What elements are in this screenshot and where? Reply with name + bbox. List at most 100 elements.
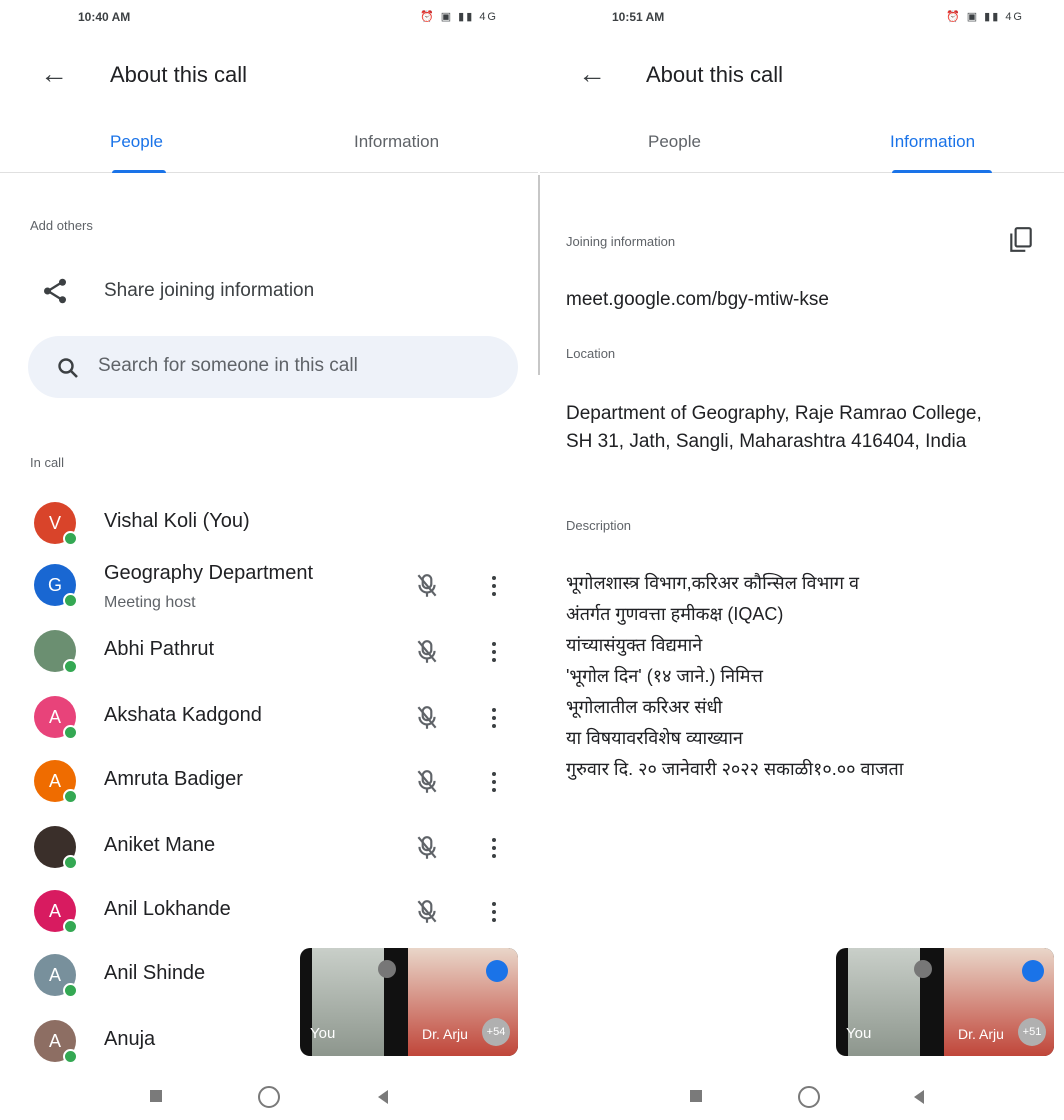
more-options-icon[interactable] [480,572,508,604]
people-screen: 10:40 AM ⏰ ▣ ▮▮ 4G ← About this call Peo… [0,0,538,1120]
information-screen: 10:51 AM ⏰ ▣ ▮▮ 4G ← About this call Peo… [540,0,1064,1120]
back-arrow-icon[interactable]: ← [40,60,68,88]
status-icons: ⏰ ▣ ▮▮ 4G [945,11,1024,23]
tab-bar: People Information [0,120,538,173]
mic-off-icon [414,704,440,737]
app-bar: ← About this call [0,52,538,100]
system-nav-bar [540,1080,1064,1116]
home-icon[interactable] [798,1086,820,1108]
back-nav-icon[interactable] [378,1090,388,1104]
share-icon [44,278,66,304]
home-icon[interactable] [258,1086,280,1108]
participant-row[interactable]: G Geography Department Meeting host [0,562,538,622]
online-status-dot [63,531,78,546]
muted-icon [378,960,396,978]
participant-row[interactable]: V Vishal Koli (You) [0,500,538,560]
mic-off-icon [414,768,440,801]
add-others-label: Add others [30,218,93,233]
recents-icon[interactable] [150,1090,162,1102]
share-joining-info-button[interactable]: Share joining information [38,270,518,314]
pip-you-label: You [310,1025,336,1042]
online-status-dot [63,855,78,870]
avatar: A [34,696,78,740]
participant-row[interactable]: Aniket Mane [0,824,538,884]
participant-row[interactable]: A Amruta Badiger [0,758,538,818]
speaking-icon [1022,960,1044,982]
online-status-dot [63,919,78,934]
status-bar: 10:40 AM ⏰ ▣ ▮▮ 4G [0,8,538,28]
pip-speaker-label: Dr. Arju [958,1026,1004,1042]
avatar: V [34,502,78,546]
speaking-icon [486,960,508,982]
copy-icon[interactable] [1008,226,1034,254]
page-title: About this call [110,62,247,87]
more-options-icon[interactable] [480,898,508,930]
participant-count-badge: +51 [1018,1018,1046,1046]
tab-people[interactable]: People [648,132,701,152]
location-text: Department of Geography, Raje Ramrao Col… [566,403,982,452]
participant-name: Anil Lokhande [104,898,231,920]
avatar: A [34,954,78,998]
mic-off-icon [414,572,440,605]
back-nav-icon[interactable] [914,1090,924,1104]
app-bar: ← About this call [540,52,1064,100]
participant-name: Akshata Kadgond [104,704,262,726]
participant-name: Anil Shinde [104,962,206,984]
avatar-initial: A [48,965,61,985]
tab-bar: People Information [540,120,1064,173]
more-options-icon[interactable] [480,768,508,800]
avatar-initial: A [48,771,61,791]
avatar-initial: A [48,707,61,727]
description-label: Description [566,518,632,533]
participant-role: Meeting host [104,594,196,611]
tab-information[interactable]: Information [354,132,439,152]
online-status-dot [63,983,78,998]
status-bar: 10:51 AM ⏰ ▣ ▮▮ 4G [540,8,1064,28]
meeting-link[interactable]: meet.google.com/bgy-mtiw-kse [566,286,1006,314]
back-arrow-icon[interactable]: ← [578,60,606,88]
search-icon [58,358,78,378]
participant-row[interactable]: A Anil Lokhande [0,888,538,948]
avatar: A [34,1020,78,1064]
mic-off-icon [414,638,440,671]
participant-name: Geography Department [104,562,314,584]
participant-count-badge: +54 [482,1018,510,1046]
system-nav-bar [0,1080,538,1116]
participant-name: Amruta Badiger [104,768,243,790]
online-status-dot [63,725,78,740]
participant-name: Aniket Mane [104,834,216,856]
avatar [34,630,78,674]
avatar: G [34,564,78,608]
avatar-initial: A [48,901,61,921]
mic-off-icon [414,898,440,931]
search-input[interactable]: Search for someone in this call [28,336,518,398]
avatar-initial: V [48,513,61,533]
online-status-dot [63,659,78,674]
tab-information[interactable]: Information [890,132,975,152]
participant-name: Anuja [104,1028,156,1050]
more-options-icon[interactable] [480,834,508,866]
share-label: Share joining information [104,280,315,301]
more-options-icon[interactable] [480,638,508,670]
participant-name: Abhi Pathrut [104,638,215,660]
tab-people[interactable]: People [110,132,163,152]
avatar: A [34,760,78,804]
recents-icon[interactable] [690,1090,702,1102]
participant-row[interactable]: Abhi Pathrut [0,628,538,688]
description-text: भूगोलशास्त्र विभाग,करिअर कौन्सिल विभाग व… [566,573,904,779]
status-time: 10:40 AM [78,10,131,24]
more-options-icon[interactable] [480,704,508,736]
search-placeholder: Search for someone in this call [98,355,358,376]
avatar-initial: A [48,1031,61,1051]
self-view-pip[interactable]: You Dr. Arju +51 [836,948,1054,1056]
participant-row[interactable]: A Akshata Kadgond [0,694,538,754]
joining-info-label: Joining information [566,234,676,249]
online-status-dot [63,1049,78,1064]
active-tab-indicator [112,170,166,173]
status-icons: ⏰ ▣ ▮▮ 4G [419,11,498,23]
online-status-dot [63,593,78,608]
pip-speaker-label: Dr. Arju [422,1026,468,1042]
active-tab-indicator [892,170,992,173]
self-view-pip[interactable]: You Dr. Arju +54 [300,948,518,1056]
in-call-label: In call [30,455,64,470]
